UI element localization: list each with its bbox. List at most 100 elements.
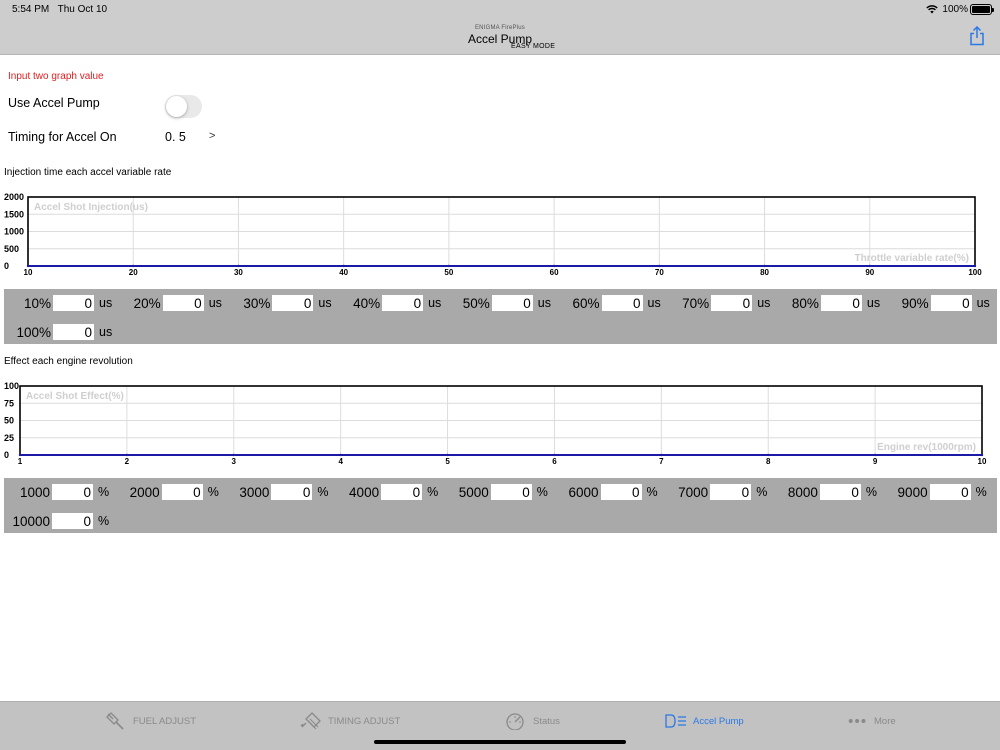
value-cell: 9000% bbox=[882, 482, 987, 502]
home-indicator bbox=[374, 740, 626, 744]
x-tick-label: 80 bbox=[760, 268, 769, 277]
data-point bbox=[658, 264, 661, 268]
value-cell: 60% us bbox=[553, 293, 661, 313]
x-tick-label: 60 bbox=[550, 268, 559, 277]
value-label: 5000 bbox=[458, 484, 489, 500]
value-input[interactable] bbox=[601, 295, 643, 311]
value-input[interactable] bbox=[711, 295, 753, 311]
x-tick-label: 5 bbox=[445, 457, 450, 466]
value-input[interactable] bbox=[52, 484, 93, 500]
value-label: 50% bbox=[462, 295, 490, 311]
unit-label: % bbox=[98, 514, 110, 528]
share-icon[interactable] bbox=[968, 26, 986, 46]
unit-label: us bbox=[99, 325, 113, 339]
timing-value[interactable]: 0. 5 bbox=[165, 130, 186, 144]
value-cell: 5000% bbox=[443, 482, 548, 502]
value-cell: 10000% bbox=[4, 511, 109, 531]
y-tick-label: 2000 bbox=[4, 192, 24, 202]
x-axis-label: Throttle variable rate(%) bbox=[855, 253, 969, 264]
chart-title: Accel Shot Effect(%) bbox=[26, 391, 124, 402]
value-input[interactable] bbox=[930, 295, 972, 311]
data-point bbox=[446, 453, 449, 457]
x-tick-label: 8 bbox=[766, 457, 771, 466]
unit-label: us bbox=[428, 296, 442, 310]
y-tick-label: 1000 bbox=[4, 227, 24, 237]
x-tick-label: 10 bbox=[24, 268, 33, 277]
value-cell: 100% us bbox=[4, 322, 112, 342]
data-point bbox=[873, 453, 877, 457]
unit-label: % bbox=[98, 485, 110, 499]
data-point bbox=[237, 264, 240, 268]
status-time: 5:54 PM Thu Oct 10 bbox=[12, 4, 108, 15]
wifi-icon bbox=[926, 5, 939, 14]
unit-label: % bbox=[317, 485, 329, 499]
effect-chart: Accel Shot Effect(%) Engine rev(1000rpm) 0… bbox=[4, 381, 987, 466]
y-tick-label: 500 bbox=[4, 244, 19, 254]
value-label: 10000 bbox=[12, 513, 50, 529]
tab-more[interactable]: More bbox=[848, 712, 896, 730]
status-date: Thu Oct 10 bbox=[57, 4, 108, 15]
toggle-knob bbox=[166, 96, 187, 117]
input-warning: Input two graph value bbox=[8, 71, 104, 82]
value-input[interactable] bbox=[490, 484, 532, 500]
status-right: 100% bbox=[926, 4, 968, 15]
value-label: 10% bbox=[23, 295, 51, 311]
data-point bbox=[26, 264, 30, 268]
x-tick-label: 7 bbox=[659, 457, 664, 466]
value-input[interactable] bbox=[491, 295, 533, 311]
value-cell: 90% us bbox=[882, 293, 990, 313]
value-input[interactable] bbox=[819, 484, 861, 500]
data-point bbox=[763, 264, 766, 268]
chevron-right-icon[interactable]: > bbox=[209, 130, 215, 142]
unit-label: % bbox=[207, 485, 219, 499]
data-point bbox=[125, 453, 129, 457]
y-tick-label: 50 bbox=[4, 416, 14, 426]
data-point bbox=[868, 264, 871, 268]
value-input[interactable] bbox=[710, 484, 752, 500]
value-label: 8000 bbox=[787, 484, 818, 500]
unit-label: us bbox=[208, 296, 222, 310]
value-input[interactable] bbox=[161, 484, 203, 500]
unit-label: % bbox=[536, 485, 548, 499]
more-dots-icon bbox=[848, 719, 866, 723]
value-input[interactable] bbox=[162, 295, 204, 311]
unit-label: us bbox=[318, 296, 332, 310]
value-cell: 1000% bbox=[4, 482, 109, 502]
effect-value-grid: 1000%2000%3000%4000%5000%6000%7000%8000%… bbox=[4, 478, 997, 533]
value-input[interactable] bbox=[52, 513, 93, 529]
value-label: 7000 bbox=[678, 484, 709, 500]
value-input[interactable] bbox=[820, 295, 862, 311]
tab-fuel-adjust[interactable]: FUEL ADJUST bbox=[105, 712, 196, 730]
tab-status[interactable]: Status bbox=[505, 712, 560, 730]
value-input[interactable] bbox=[382, 295, 424, 311]
tab-label: FUEL ADJUST bbox=[133, 715, 196, 727]
value-input[interactable] bbox=[381, 484, 423, 500]
value-label: 80% bbox=[791, 295, 819, 311]
fuel-injector-icon bbox=[106, 712, 124, 730]
value-input[interactable] bbox=[929, 484, 971, 500]
x-tick-label: 6 bbox=[552, 457, 557, 466]
effect-section-title: Effect each engine revolution bbox=[4, 356, 133, 367]
value-input[interactable] bbox=[271, 484, 313, 500]
value-input[interactable] bbox=[600, 484, 642, 500]
value-label: 2000 bbox=[129, 484, 160, 500]
value-cell: 40% us bbox=[333, 293, 441, 313]
value-input[interactable] bbox=[53, 324, 94, 340]
timing-label: Timing for Accel On bbox=[8, 130, 117, 144]
tab-label: More bbox=[874, 715, 896, 727]
accel-pump-icon bbox=[665, 714, 686, 728]
value-label: 6000 bbox=[568, 484, 599, 500]
tab-accel-pump[interactable]: Accel Pump bbox=[665, 712, 744, 730]
y-tick-label: 75 bbox=[4, 398, 14, 408]
value-input[interactable] bbox=[53, 295, 94, 311]
value-label: 9000 bbox=[897, 484, 928, 500]
use-accel-pump-toggle[interactable] bbox=[165, 95, 202, 118]
unit-label: % bbox=[975, 485, 987, 499]
value-input[interactable] bbox=[272, 295, 314, 311]
data-point bbox=[232, 453, 235, 457]
value-label: 30% bbox=[243, 295, 271, 311]
x-tick-label: 4 bbox=[338, 457, 343, 466]
tab-timing-adjust[interactable]: TIMING ADJUST bbox=[300, 712, 400, 730]
x-tick-label: 90 bbox=[865, 268, 874, 277]
data-point bbox=[18, 453, 22, 457]
